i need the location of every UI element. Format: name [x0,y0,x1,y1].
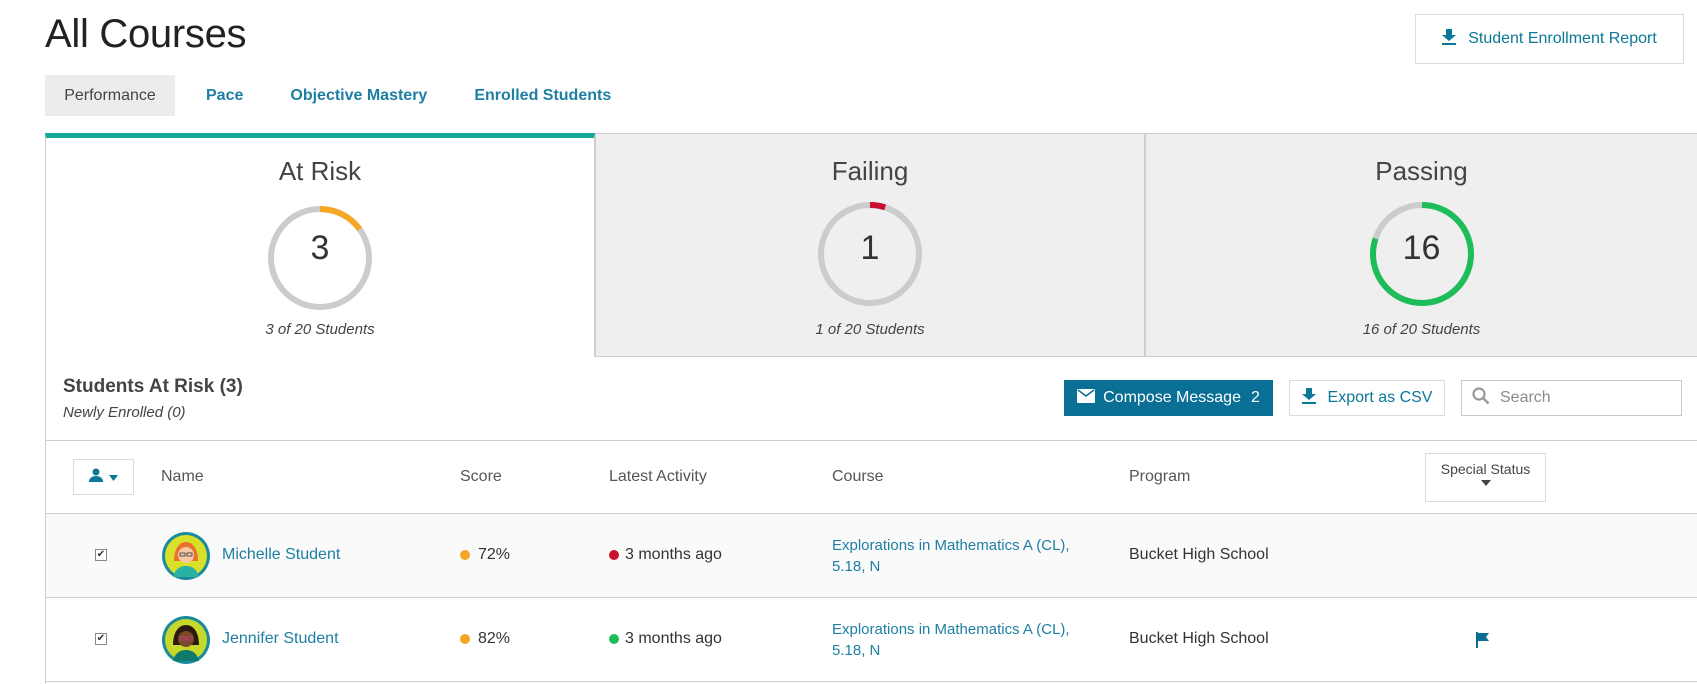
envelope-icon [1077,388,1096,408]
tab-pace[interactable]: Pace [175,75,274,116]
card-count: 16 [1402,229,1441,267]
caret-down-icon [1480,480,1491,486]
column-score[interactable]: Score [460,468,502,486]
program-cell: Bucket High School [1129,546,1269,563]
status-cards: At Risk 3 3 of 20 Students Failing 1 1 o… [45,133,1697,357]
compose-message-button[interactable]: Compose Message 2 [1064,380,1273,416]
card-subtitle: 1 of 20 Students [815,321,925,338]
student-name-link[interactable]: Jennifer Student [222,630,339,648]
export-csv-button[interactable]: Export as CSV [1289,380,1445,416]
search-input[interactable] [1500,389,1670,407]
download-icon [1442,28,1457,50]
user-icon [89,468,103,487]
search-field [1461,380,1682,416]
compose-label: Compose Message [1103,389,1241,406]
card-count: 3 [310,229,330,267]
student-filter-dropdown[interactable] [73,459,134,495]
activity-status-dot [609,550,619,560]
column-latest-activity[interactable]: Latest Activity [609,468,707,486]
page-title: All Courses [45,12,247,56]
course-link[interactable]: Explorations in Mathematics A (CL), 5.18… [832,535,1102,577]
course-link[interactable]: Explorations in Mathematics A (CL), 5.18… [832,619,1102,661]
export-label: Export as CSV [1327,389,1433,406]
card-failing[interactable]: Failing 1 1 of 20 Students [595,133,1145,357]
row-checkbox[interactable]: ✔ [95,549,107,561]
newly-enrolled-label: Newly Enrolled (0) [63,404,186,421]
report-button-label: Student Enrollment Report [1468,30,1657,47]
activity-value: 3 months ago [625,546,722,563]
download-icon [1301,387,1316,409]
tab-objective-mastery[interactable]: Objective Mastery [274,75,443,116]
card-subtitle: 3 of 20 Students [265,321,375,338]
special-status-filter[interactable]: Special Status [1425,453,1546,502]
score-status-dot [460,550,470,560]
card-passing[interactable]: Passing 16 16 of 20 Students [1145,133,1697,357]
column-course[interactable]: Course [832,468,884,486]
search-icon [1472,386,1490,410]
card-at-risk[interactable]: At Risk 3 3 of 20 Students [45,133,595,357]
student-enrollment-report-button[interactable]: Student Enrollment Report [1415,14,1684,64]
course-line-1: Explorations in Mathematics A (CL), [832,621,1070,638]
students-table: Name Score Latest Activity Course Progra… [46,440,1697,682]
program-cell: Bucket High School [1129,630,1269,647]
tab-performance[interactable]: Performance [45,75,175,116]
course-line-2: 5.18, N [832,642,881,659]
table-row: ✔ Michelle Student 72% 3 months ago Expl… [46,514,1697,598]
course-line-1: Explorations in Mathematics A (CL), [832,537,1070,554]
students-panel: Students At Risk (3) Newly Enrolled (0) … [45,356,1697,684]
tab-enrolled-students[interactable]: Enrolled Students [443,75,642,116]
activity-cell: 3 months ago [609,546,722,564]
table-row: ✔ Jennifer Student 82% 3 months ago Expl… [46,598,1697,682]
activity-value: 3 months ago [625,630,722,647]
card-subtitle: 16 of 20 Students [1362,321,1481,338]
card-title: At Risk [278,156,362,186]
score-value: 72% [478,546,511,563]
special-status-label: Special Status [1440,461,1531,477]
column-name[interactable]: Name [161,468,204,486]
card-count: 1 [860,229,880,267]
score-cell: 72% [460,546,510,564]
student-name-link[interactable]: Michelle Student [222,546,340,564]
chevron-down-icon [109,468,118,486]
compose-count-badge: 2 [1250,389,1260,406]
card-title: Failing [831,156,909,186]
course-line-2: 5.18, N [832,558,881,575]
score-cell: 82% [460,630,510,648]
activity-cell: 3 months ago [609,630,722,648]
score-status-dot [460,634,470,644]
row-checkbox[interactable]: ✔ [95,633,107,645]
tab-bar: Performance Pace Objective Mastery Enrol… [45,75,642,116]
table-header: Name Score Latest Activity Course Progra… [46,441,1697,514]
score-value: 82% [478,630,511,647]
section-title: Students At Risk (3) [63,376,243,397]
card-title: Passing [1375,156,1468,186]
activity-status-dot [609,634,619,644]
column-program[interactable]: Program [1129,468,1190,486]
